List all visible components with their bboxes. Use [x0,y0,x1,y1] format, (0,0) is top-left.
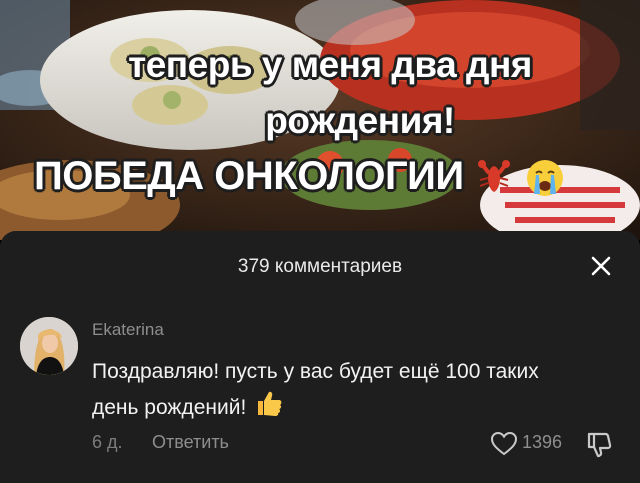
comment-username[interactable]: Ekaterina [92,320,164,340]
user-photo [20,317,78,375]
thumbs-up-emoji [258,391,282,416]
comment-time: 6 д. [92,432,123,452]
heart-outline-icon [490,431,518,456]
like-count: 1396 [522,432,563,452]
video-background[interactable]: теперь у меня два дня рождения! ПОБЕДА О… [0,0,640,240]
video-caption-line-1: теперь у меня два дня [128,44,532,85]
close-icon[interactable] [586,251,616,281]
thumbs-down-icon[interactable] [584,430,614,460]
avatar[interactable] [20,317,78,375]
comments-sheet: 379 комментариев Ekaterina Поздравляю! п… [0,231,640,483]
comments-count-label: 379 комментариев [237,256,403,277]
video-caption-line-2: рождения! [265,100,455,141]
comments-header: 379 комментариев [0,231,640,297]
comment-body: Поздравляю! пусть у вас будет ещё 100 та… [92,355,562,424]
comment-text: Поздравляю! пусть у вас будет ещё 100 та… [92,360,539,419]
tiktok-comments-screen: теперь у меня два дня рождения! ПОБЕДА О… [0,0,640,483]
lobster-emoji [478,160,511,193]
reply-button[interactable]: Ответить [152,432,229,453]
video-caption-line-3-text: ПОБЕДА ОНКОЛОГИИ [34,154,464,198]
crying-face-emoji [526,160,563,197]
video-caption-line-3: ПОБЕДА ОНКОЛОГИИ [34,154,640,199]
comment-meta-row: 6 д. Ответить 1396 [0,430,640,460]
